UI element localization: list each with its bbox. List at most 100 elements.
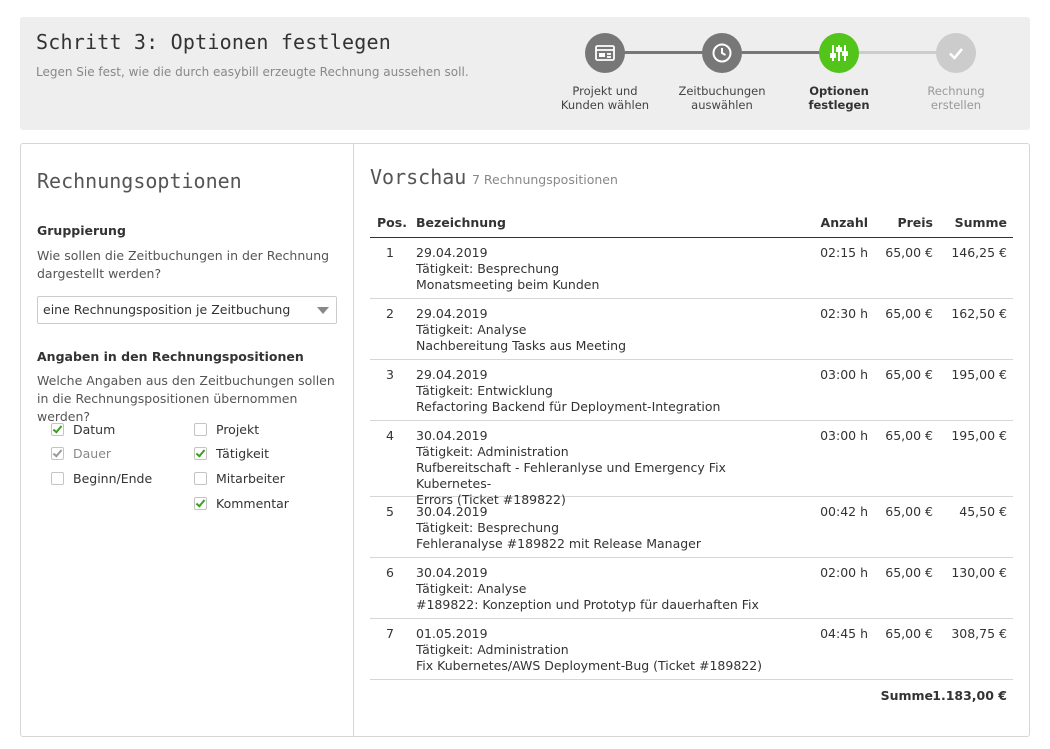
row-line: Tätigkeit: Besprechung (416, 520, 560, 535)
checkbox-box[interactable] (194, 496, 207, 510)
checkbox-box[interactable] (194, 471, 207, 485)
fields-heading: Angaben in den Rechnungspositionen (37, 349, 304, 364)
row-sum: 308,75 € (951, 626, 1007, 641)
row-line: Tätigkeit: Administration (416, 444, 569, 459)
table-footer: Summe 1.183,00 € (370, 680, 1013, 710)
row-pos: 2 (386, 306, 394, 321)
wizard-step-4-label-line2: erstellen (930, 98, 982, 112)
wizard-progress: Projekt und Kunden wählen Zeitbuchungen … (20, 17, 1030, 130)
fields-question: Welche Angaben aus den Zeitbuchungen sol… (37, 373, 335, 424)
row-qty: 03:00 h (820, 367, 868, 382)
table-row: 5 30.04.2019 Tätigkeit: Besprechung Fehl… (370, 497, 1013, 558)
row-line: 29.04.2019 (416, 367, 488, 382)
wizard-step-2-label[interactable]: Zeitbuchungen auswählen (662, 84, 782, 112)
wizard-step-1-label-line1: Projekt und (572, 84, 638, 98)
row-sum: 146,25 € (951, 245, 1007, 260)
step-header: Schritt 3: Optionen festlegen Legen Sie … (20, 17, 1030, 130)
checkbox-box[interactable] (194, 446, 207, 460)
grouping-select-value: eine Rechnungsposition je Zeitbuchung (43, 302, 291, 317)
checkbox-taetigkeit[interactable]: Tätigkeit (194, 444, 269, 462)
main-panel: Rechnungsoptionen Gruppierung Wie sollen… (20, 143, 1030, 737)
check-icon (52, 422, 63, 434)
preview-count: 7 Rechnungspositionen (472, 172, 618, 187)
row-qty: 02:00 h (820, 565, 868, 580)
checkbox-projekt[interactable]: Projekt (194, 420, 259, 438)
row-price: 65,00 € (885, 367, 933, 382)
checkbox-beginn-ende[interactable]: Beginn/Ende (51, 469, 152, 487)
row-qty: 02:30 h (820, 306, 868, 321)
checkbox-label: Tätigkeit (216, 445, 270, 461)
row-pos: 5 (386, 504, 394, 519)
wizard-step-4-check-icon (936, 33, 976, 73)
wizard-step-4-label: Rechnung erstellen (896, 84, 1016, 112)
wizard-step-4-label-line1: Rechnung (927, 84, 985, 98)
checkbox-kommentar[interactable]: Kommentar (194, 494, 289, 512)
row-line: 30.04.2019 (416, 428, 488, 443)
row-line: Fehleranalyse #189822 mit Release Manage… (416, 536, 702, 551)
row-price: 65,00 € (885, 306, 933, 321)
checkbox-box[interactable] (194, 422, 207, 436)
row-qty: 00:42 h (820, 504, 868, 519)
row-line: Nachbereitung Tasks aus Meeting (416, 338, 627, 353)
col-pos: Pos. (377, 215, 407, 230)
check-icon (52, 446, 63, 458)
row-pos: 6 (386, 565, 394, 580)
row-line: Monatsmeeting beim Kunden (416, 277, 600, 292)
col-sum: Summe (954, 215, 1007, 230)
table-row: 2 29.04.2019 Tätigkeit: Analyse Nachbere… (370, 299, 1013, 360)
wizard-step-3-label-line2: festlegen (808, 98, 870, 112)
row-desc: 01.05.2019 Tätigkeit: Administration Fix… (416, 626, 796, 674)
row-pos: 4 (386, 428, 394, 443)
wizard-step-1-label-line2: Kunden wählen (560, 98, 650, 112)
grouping-heading: Gruppierung (37, 223, 126, 238)
preview-title: Vorschau (370, 165, 467, 189)
check-icon (195, 446, 206, 458)
table-row: 1 29.04.2019 Tätigkeit: Besprechung Mona… (370, 238, 1013, 299)
row-pos: 7 (386, 626, 394, 641)
wizard-step-1-card-icon[interactable] (585, 33, 625, 73)
row-line: Tätigkeit: Analyse (416, 581, 527, 596)
row-desc: 29.04.2019 Tätigkeit: Entwicklung Refact… (416, 367, 796, 415)
checkbox-datum[interactable]: Datum (51, 420, 115, 438)
checkbox-label: Datum (73, 421, 116, 437)
table-row: 6 30.04.2019 Tätigkeit: Analyse #189822:… (370, 558, 1013, 619)
checkbox-box[interactable] (51, 471, 64, 485)
row-price: 65,00 € (885, 245, 933, 260)
row-price: 65,00 € (885, 428, 933, 443)
checkbox-label: Beginn/Ende (73, 470, 153, 486)
checkbox-mitarbeiter[interactable]: Mitarbeiter (194, 469, 285, 487)
row-qty: 03:00 h (820, 428, 868, 443)
row-desc: 29.04.2019 Tätigkeit: Besprechung Monats… (416, 245, 796, 293)
row-line: Fix Kubernetes/AWS Deployment-Bug (Ticke… (416, 658, 763, 673)
table-row: 3 29.04.2019 Tätigkeit: Entwicklung Refa… (370, 360, 1013, 421)
row-price: 65,00 € (885, 626, 933, 641)
table-header: Pos. Bezeichnung Anzahl Preis Summe (370, 210, 1013, 238)
row-line: Tätigkeit: Besprechung (416, 261, 560, 276)
total-value: 1.183,00 € (932, 688, 1007, 703)
col-price: Preis (897, 215, 933, 230)
row-sum: 45,50 € (959, 504, 1007, 519)
row-price: 65,00 € (885, 504, 933, 519)
row-sum: 195,00 € (951, 428, 1007, 443)
checkbox-box (51, 446, 64, 460)
row-desc: 30.04.2019 Tätigkeit: Analyse #189822: K… (416, 565, 796, 613)
row-desc: 29.04.2019 Tätigkeit: Analyse Nachbereit… (416, 306, 796, 354)
row-qty: 04:45 h (820, 626, 868, 641)
row-sum: 195,00 € (951, 367, 1007, 382)
grouping-question: Wie sollen die Zeitbuchungen in der Rech… (37, 248, 330, 281)
table-row: 7 01.05.2019 Tätigkeit: Administration F… (370, 619, 1013, 680)
row-qty: 02:15 h (820, 245, 868, 260)
checkbox-label: Kommentar (216, 495, 289, 511)
wizard-step-2-clock-icon[interactable] (702, 33, 742, 73)
grouping-select[interactable]: eine Rechnungsposition je Zeitbuchung (37, 296, 337, 324)
chevron-down-icon (317, 307, 329, 314)
row-line: 29.04.2019 (416, 245, 488, 260)
checkbox-box[interactable] (51, 422, 64, 436)
checkbox-label: Projekt (216, 421, 260, 437)
row-pos: 1 (386, 245, 394, 260)
row-line: Tätigkeit: Entwicklung (416, 383, 553, 398)
wizard-step-3-label: Optionen festlegen (779, 84, 899, 112)
row-line: Refactoring Backend für Deployment-Integ… (416, 399, 721, 414)
row-line: #189822: Konzeption und Prototyp für dau… (416, 597, 759, 612)
wizard-step-1-label[interactable]: Projekt und Kunden wählen (545, 84, 665, 112)
